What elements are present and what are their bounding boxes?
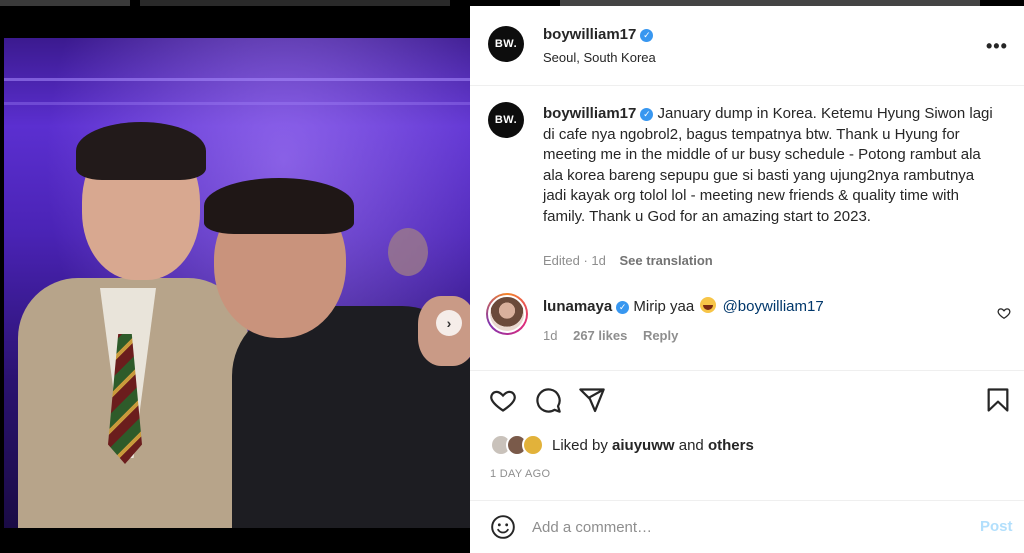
backdrop-strip: [140, 0, 450, 6]
more-icon[interactable]: •••: [986, 36, 1008, 57]
photo-light-bar: [4, 102, 470, 105]
verified-icon: ✓: [640, 28, 654, 42]
comment-likes[interactable]: 267 likes: [573, 328, 627, 343]
comment-body: lunamaya ✓ Mirip yaa @boywilliam17: [543, 297, 824, 315]
post-panel: BW. boywilliam17 ✓ Seoul, South Korea •••…: [470, 6, 1024, 553]
post-header: BW. boywilliam17 ✓ Seoul, South Korea •••: [470, 6, 1024, 86]
liked-by-user[interactable]: aiuyuww: [612, 437, 675, 454]
caption-meta: Edited · 1d See translation: [543, 253, 713, 268]
photo-person-right-hair: [204, 178, 354, 234]
post-comment-button[interactable]: Post: [980, 518, 1013, 535]
next-icon: ›: [446, 315, 452, 331]
liked-by-row: Liked by aiuyuww and others: [490, 434, 754, 456]
add-comment-bar: Post: [470, 500, 1024, 553]
liked-by-others[interactable]: others: [708, 437, 754, 454]
verified-icon: ✓: [616, 300, 630, 314]
liker-avatar[interactable]: [522, 434, 544, 456]
comment-heart-icon[interactable]: [997, 306, 1011, 320]
comment-mention-link[interactable]: @boywilliam17: [723, 298, 824, 315]
post-photo[interactable]: ›: [4, 38, 470, 528]
comment-text: Mirip yaa: [633, 298, 695, 315]
comment-icon[interactable]: [534, 386, 562, 414]
caption-text: January dump in Korea. Ketemu Hyung Siwo…: [543, 105, 993, 225]
laugh-emoji-icon: [700, 297, 717, 313]
liked-by-joiner: and: [678, 436, 704, 454]
see-translation-button[interactable]: See translation: [620, 253, 713, 268]
post-timestamp[interactable]: 1 DAY AGO: [490, 468, 550, 480]
commenter-avatar-image: [488, 295, 526, 333]
emoji-icon[interactable]: [490, 514, 516, 540]
photo-background-person: [388, 228, 428, 276]
commenter-username[interactable]: lunamaya: [543, 298, 612, 315]
photo-light-bar: [4, 78, 470, 81]
bookmark-icon[interactable]: [984, 386, 1012, 414]
backdrop-strip: [0, 0, 130, 6]
liked-by-text: Liked by aiuyuww and others: [552, 437, 754, 454]
comment-input[interactable]: [532, 515, 952, 539]
verified-icon: ✓: [640, 107, 654, 121]
comment-reply-button[interactable]: Reply: [643, 328, 678, 343]
heart-icon[interactable]: [489, 386, 517, 414]
comment-meta: 1d 267 likes Reply: [543, 328, 690, 343]
author-avatar[interactable]: BW.: [488, 26, 524, 62]
caption-author-username[interactable]: boywilliam17: [543, 105, 636, 122]
caption-edited-time: Edited · 1d: [543, 253, 606, 268]
author-username[interactable]: boywilliam17: [543, 26, 636, 43]
share-icon[interactable]: [578, 386, 606, 414]
comment-time: 1d: [543, 328, 558, 343]
post-location[interactable]: Seoul, South Korea: [543, 50, 656, 65]
caption-author-avatar[interactable]: BW.: [488, 102, 524, 138]
liked-by-prefix: Liked by: [552, 436, 608, 454]
commenter-avatar[interactable]: [486, 293, 528, 335]
actions-divider: [470, 370, 1024, 371]
carousel-next-button[interactable]: ›: [436, 310, 462, 336]
post-caption: boywilliam17 ✓ January dump in Korea. Ket…: [543, 104, 993, 227]
author-username-row: boywilliam17 ✓: [543, 26, 654, 43]
photo-person-left-hair: [76, 122, 206, 180]
